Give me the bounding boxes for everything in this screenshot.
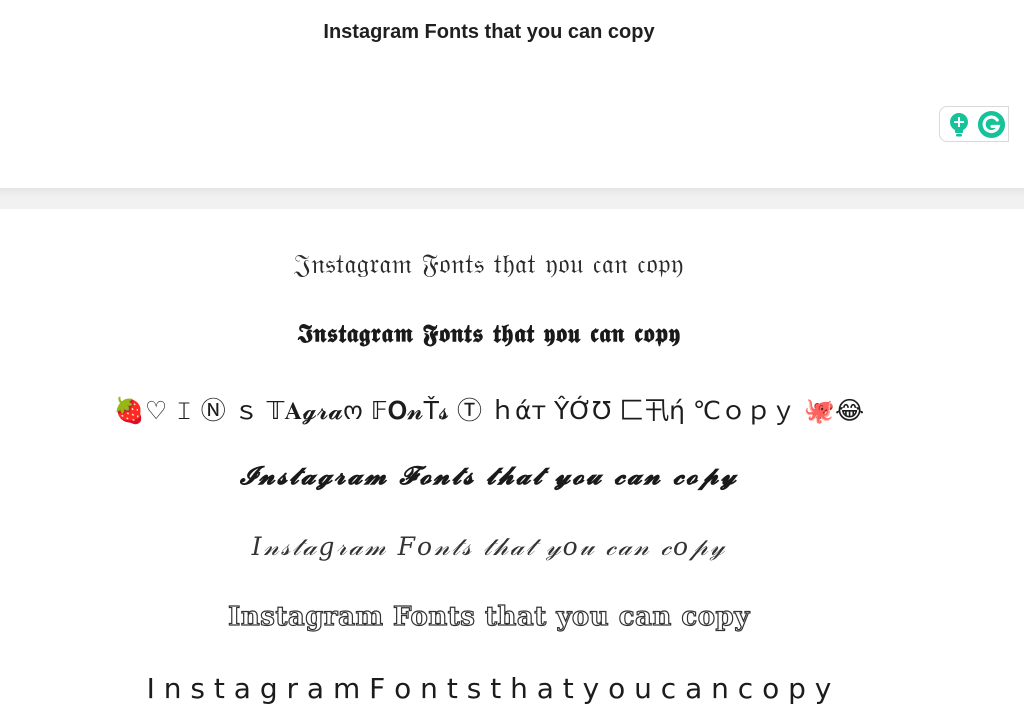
font-result-bold-fraktur[interactable]: 𝕴𝖓𝖘𝖙𝖆𝖌𝖗𝖆𝖒 𝕱𝖔𝖓𝖙𝖘 𝖙𝖍𝖆𝖙 𝖞𝖔𝖚 𝖈𝖆𝖓 𝖈𝖔𝖕𝖞 bbox=[0, 319, 978, 349]
grammarly-widget[interactable] bbox=[939, 106, 1009, 142]
font-result-outline[interactable]: Instagram Fonts that you can copy bbox=[0, 601, 978, 632]
grammarly-g-icon[interactable] bbox=[977, 110, 1006, 139]
lightbulb-plus-icon[interactable] bbox=[948, 112, 970, 138]
font-generator-app: Instagram Fonts that you can copy 𝔍𝔫𝔰𝔱𝔞𝔤… bbox=[0, 0, 1024, 728]
input-text[interactable]: Instagram Fonts that you can copy bbox=[0, 21, 978, 44]
font-result-wide-spaced[interactable]: I n s t a g r a m F o n t s t h a t y o … bbox=[0, 672, 978, 705]
font-result-script[interactable]: 𝐼𝓃𝓈𝓉𝒶𝑔𝓇𝒶𝓂 𝐹𝑜𝓃𝓉𝓈 𝓉𝒽𝒶𝓉 𝓎𝑜𝓊 𝒸𝒶𝓃 𝒸𝑜𝓅𝓎 bbox=[0, 532, 978, 562]
font-results-list: 𝔍𝔫𝔰𝔱𝔞𝔤𝔯𝔞𝔪 𝔉𝔬𝔫𝔱𝔰 𝔱𝔥𝔞𝔱 𝔶𝔬𝔲 𝔠𝔞𝔫 𝔠𝔬𝔭𝔶 𝕴𝖓𝖘𝖙𝖆𝖌… bbox=[0, 209, 1024, 728]
font-result-bold-script[interactable]: 𝓘𝓷𝓼𝓽𝓪𝓰𝓻𝓪𝓶 𝓕𝓸𝓷𝓽𝓼 𝓽𝓱𝓪𝓽 𝔂𝓸𝓾 𝓬𝓪𝓷 𝓬𝓸𝓹𝔂 bbox=[0, 461, 978, 491]
section-divider bbox=[0, 188, 1024, 209]
font-result-fraktur[interactable]: 𝔍𝔫𝔰𝔱𝔞𝔤𝔯𝔞𝔪 𝔉𝔬𝔫𝔱𝔰 𝔱𝔥𝔞𝔱 𝔶𝔬𝔲 𝔠𝔞𝔫 𝔠𝔬𝔭𝔶 bbox=[0, 249, 978, 281]
font-result-mixed-decorated[interactable]: 🍓♡ 𝙸 Ⓝ ｓ 𝕋𝐀𝓰𝓻𝓪ო 𝔽𝐎𝓷Ť𝓼 Ⓣ ｈάт ŶỚƱ 匚卂ή ℃ｏｐｙ… bbox=[0, 391, 978, 427]
text-input-area[interactable]: Instagram Fonts that you can copy bbox=[0, 0, 1024, 188]
